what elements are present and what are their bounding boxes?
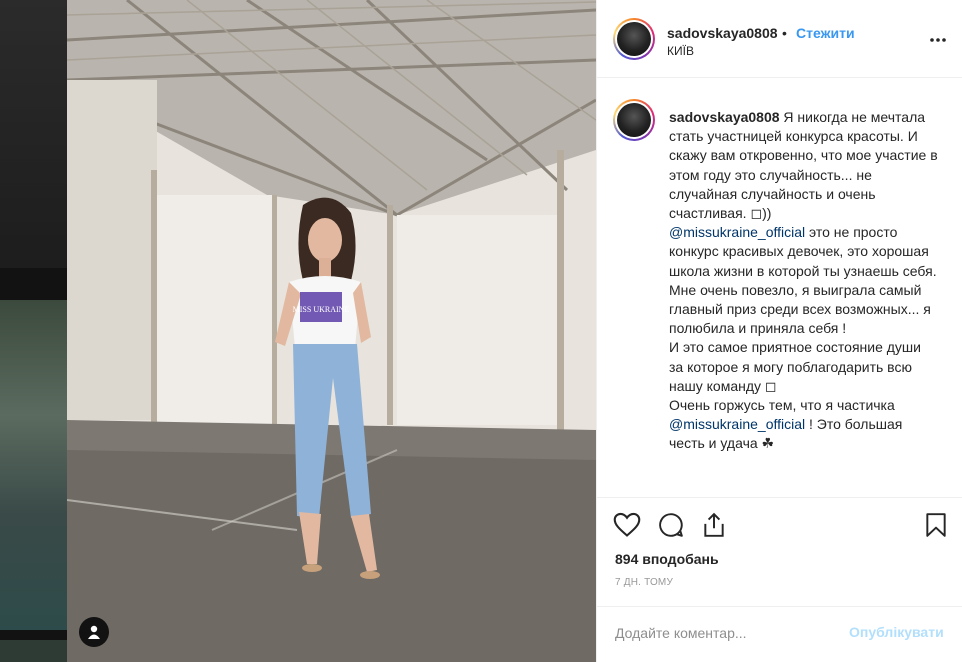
- avatar[interactable]: [613, 18, 655, 60]
- mention-link[interactable]: @missukraine_official: [669, 416, 805, 432]
- comment-input[interactable]: [615, 621, 845, 645]
- bookmark-icon[interactable]: [925, 512, 947, 538]
- caption-body: это не просто конкурс красивых девочек, …: [669, 224, 937, 414]
- post-actions: 894 вподобань 7 ДН. ТОМУ: [597, 497, 962, 617]
- background-feed: [0, 0, 67, 662]
- svg-text:MISS UKRAINE: MISS UKRAINE: [293, 305, 350, 314]
- caption-username[interactable]: sadovskaya0808: [669, 109, 780, 125]
- follow-button[interactable]: Стежити: [796, 25, 855, 41]
- heart-icon[interactable]: [613, 512, 641, 538]
- background-thumbnail: [0, 640, 67, 662]
- comment-icon[interactable]: [657, 512, 685, 538]
- user-icon: [88, 625, 100, 639]
- more-horizontal-icon[interactable]: [930, 38, 946, 42]
- mention-link[interactable]: @missukraine_official: [669, 224, 805, 240]
- user-tag-button[interactable]: [79, 617, 109, 647]
- comment-box: Опублікувати: [597, 606, 962, 662]
- caption-text: sadovskaya0808 Я никогда не мечтала стат…: [669, 108, 939, 454]
- caption-area: sadovskaya0808 Я никогда не мечтала стат…: [597, 79, 962, 497]
- post-side-panel: sadovskaya0808 • Стежити КИЇВ sadovskaya…: [596, 0, 962, 662]
- post-header: sadovskaya0808 • Стежити КИЇВ: [597, 0, 962, 78]
- caption-body: Я никогда не мечтала стать участницей ко…: [669, 109, 938, 222]
- username-link[interactable]: sadovskaya0808: [667, 25, 778, 41]
- separator-dot: •: [782, 25, 787, 41]
- likes-count[interactable]: 894 вподобань: [615, 551, 719, 567]
- background-thumbnail: [0, 0, 67, 268]
- photo-illustration: MISS UKRAINE: [67, 0, 596, 662]
- avatar[interactable]: [613, 99, 655, 141]
- share-icon[interactable]: [701, 512, 727, 538]
- location-link[interactable]: КИЇВ: [667, 44, 694, 58]
- publish-button[interactable]: Опублікувати: [849, 624, 944, 640]
- background-thumbnail: [0, 300, 67, 630]
- post-photo[interactable]: MISS UKRAINE: [67, 0, 596, 662]
- post-timestamp[interactable]: 7 ДН. ТОМУ: [615, 577, 673, 588]
